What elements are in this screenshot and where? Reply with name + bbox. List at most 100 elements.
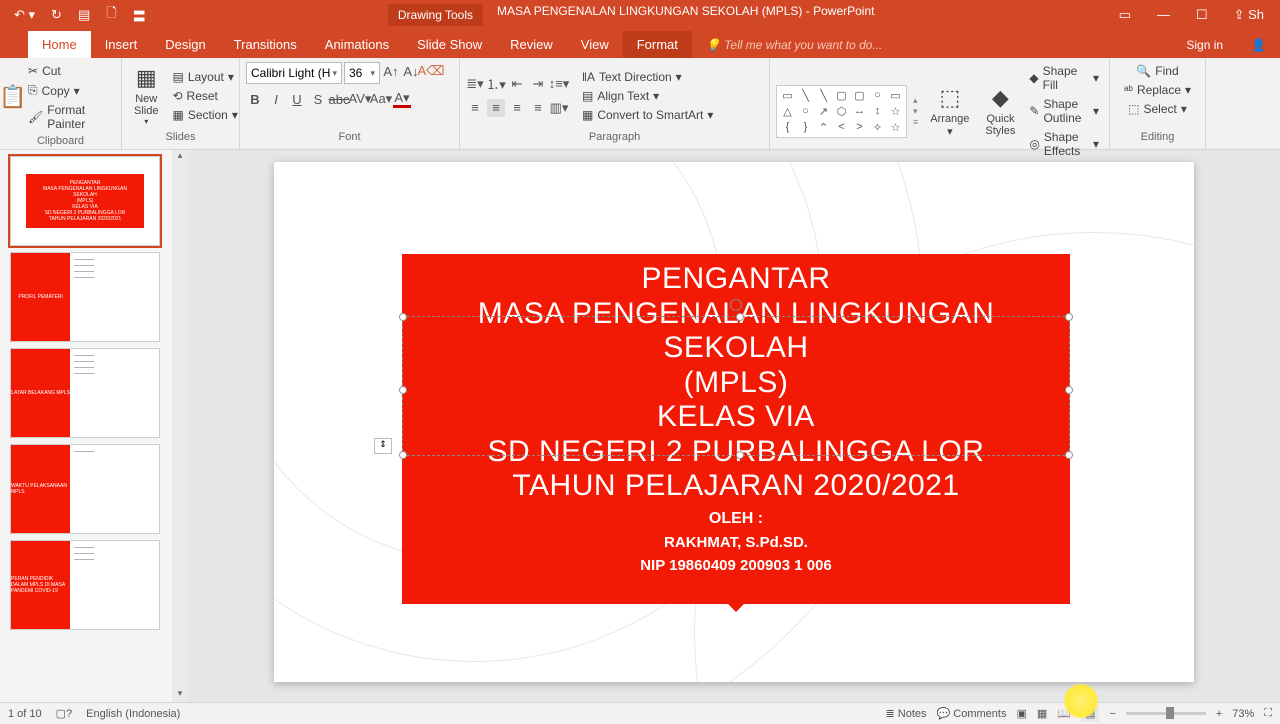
fit-window-icon[interactable]: ⛶ <box>1264 707 1272 720</box>
slideshow-view-icon[interactable]: ▤ <box>1081 705 1099 722</box>
tell-me-input[interactable]: 💡 Tell me what you want to do... <box>692 32 1172 58</box>
document-title: MASA PENGENALAN LINGKUNGAN SEKOLAH (MPLS… <box>497 4 874 26</box>
tab-slideshow[interactable]: Slide Show <box>403 31 496 58</box>
char-spacing-icon[interactable]: AV▾ <box>351 90 369 108</box>
slide-thumbnail-1[interactable]: PENGANTARMASA PENGENALAN LINGKUNGAN SEKO… <box>10 156 160 246</box>
comments-toggle[interactable]: 💬 Comments <box>937 707 1007 720</box>
arrange-button[interactable]: ⬚Arrange▾ <box>924 83 975 140</box>
zoom-in-icon[interactable]: + <box>1216 708 1222 720</box>
shapes-gallery[interactable]: ▭╲╲▢▢○▭ △○↗⬡↔↕☆ {}⌃<>✧☆ <box>776 85 907 138</box>
italic-icon[interactable]: I <box>267 90 285 108</box>
font-color-icon[interactable]: A▾ <box>393 90 411 108</box>
resize-handle-ne[interactable] <box>1065 313 1073 321</box>
find-button[interactable]: 🔍 Find <box>1132 62 1182 80</box>
section-button[interactable]: ▦ Section ▾ <box>168 106 241 124</box>
resize-handle-sw[interactable] <box>399 451 407 459</box>
slide-sorter-view-icon[interactable]: ▦ <box>1037 707 1047 720</box>
tab-view[interactable]: View <box>567 31 623 58</box>
undo-icon[interactable]: ↶ ▾ <box>14 7 35 23</box>
spellcheck-icon[interactable]: ▢? <box>56 707 73 720</box>
reset-button[interactable]: ⟲ Reset <box>168 87 241 105</box>
rotation-handle[interactable] <box>730 299 742 311</box>
resize-handle-se[interactable] <box>1065 451 1073 459</box>
resize-handle-s[interactable] <box>736 451 744 459</box>
paste-button-edge[interactable]: 📋 <box>6 82 20 114</box>
strike-icon[interactable]: abc <box>330 90 348 108</box>
shapes-more-icon[interactable]: ▴▾≡ <box>911 95 920 127</box>
quick-styles-button[interactable]: ◆Quick Styles <box>979 83 1021 139</box>
account-icon[interactable]: 👤 <box>1237 32 1280 58</box>
align-center-icon[interactable]: ≡ <box>487 99 505 117</box>
convert-smartart-button[interactable]: ▦ Convert to SmartArt ▾ <box>578 106 717 124</box>
shape-fill-button[interactable]: ◆ Shape Fill ▾ <box>1025 62 1103 94</box>
slide-thumbnail-5[interactable]: PERAN PENDIDIK DALAM MPLS DI MASA PANDEM… <box>10 540 160 630</box>
start-from-beginning-icon[interactable]: ▤ <box>78 7 90 23</box>
shadow-icon[interactable]: S <box>309 90 327 108</box>
tab-animations[interactable]: Animations <box>311 31 403 58</box>
notes-toggle[interactable]: ≣ Notes <box>885 707 926 720</box>
zoom-out-icon[interactable]: − <box>1109 708 1115 720</box>
normal-view-icon[interactable]: ▣ <box>1016 707 1026 720</box>
align-right-icon[interactable]: ≡ <box>508 99 526 117</box>
slide-canvas[interactable]: PENGANTAR MASA PENGENALAN LINGKUNGAN SEK… <box>274 162 1194 682</box>
file-tab-edge[interactable] <box>0 46 28 58</box>
author-nip: NIP 19860409 200903 1 006 <box>412 557 1060 574</box>
zoom-percent[interactable]: 73% <box>1232 708 1254 720</box>
numbering-icon[interactable]: ⒈▾ <box>487 75 505 93</box>
tab-insert[interactable]: Insert <box>91 31 152 58</box>
slide-thumbnail-3[interactable]: LATAR BELAKANG MPLS———————————————— <box>10 348 160 438</box>
zoom-slider[interactable] <box>1126 712 1206 715</box>
font-size-combo[interactable]: 36▾ <box>344 62 380 84</box>
copy-button[interactable]: ⎘ Copy ▾ <box>24 81 115 100</box>
clear-formatting-icon[interactable]: A⌫ <box>422 62 440 80</box>
text-direction-button[interactable]: ‖A Text Direction ▾ <box>578 68 717 86</box>
select-button[interactable]: ⬚ Select ▾ <box>1124 100 1191 118</box>
bold-icon[interactable]: B <box>246 90 264 108</box>
tab-transitions[interactable]: Transitions <box>220 31 311 58</box>
resize-handle-w[interactable] <box>399 386 407 394</box>
increase-indent-icon[interactable]: ⇥ <box>529 75 547 93</box>
autofit-options-icon[interactable]: ⇕ <box>374 438 392 454</box>
format-painter-button[interactable]: 🖌 Format Painter <box>24 101 115 133</box>
ribbon-display-icon[interactable]: ▭ <box>1119 7 1131 23</box>
resize-handle-nw[interactable] <box>399 313 407 321</box>
share-icon[interactable]: ⇪ Sh <box>1234 7 1264 23</box>
bullets-icon[interactable]: ≣▾ <box>466 75 484 93</box>
shape-outline-button[interactable]: ✎ Shape Outline ▾ <box>1025 95 1103 127</box>
decrease-indent-icon[interactable]: ⇤ <box>508 75 526 93</box>
slide-editor-area[interactable]: PENGANTAR MASA PENGENALAN LINGKUNGAN SEK… <box>188 150 1280 702</box>
resize-handle-e[interactable] <box>1065 386 1073 394</box>
tab-design[interactable]: Design <box>151 31 219 58</box>
minimize-icon[interactable]: — <box>1157 7 1170 23</box>
maximize-icon[interactable]: ☐ <box>1196 7 1208 23</box>
resize-handle-n[interactable] <box>736 313 744 321</box>
justify-icon[interactable]: ≡ <box>529 99 547 117</box>
slide-thumbnails-panel[interactable]: PENGANTARMASA PENGENALAN LINGKUNGAN SEKO… <box>0 150 188 702</box>
tab-home[interactable]: Home <box>28 31 91 58</box>
new-file-icon[interactable]: 🗋 <box>106 4 116 26</box>
redo-icon[interactable]: ↻ <box>51 7 62 23</box>
textbox-selection[interactable] <box>402 316 1070 456</box>
align-text-button[interactable]: ▤ Align Text ▾ <box>578 87 717 105</box>
slide-counter[interactable]: 1 of 10 <box>8 708 42 720</box>
replace-button[interactable]: ᵃᵇ Replace ▾ <box>1120 81 1195 99</box>
align-left-icon[interactable]: ≡ <box>466 99 484 117</box>
tab-format[interactable]: Format <box>623 31 692 58</box>
new-slide-button[interactable]: ▦New Slide▾ <box>128 63 164 128</box>
reading-view-icon[interactable]: 📖 <box>1057 707 1071 720</box>
change-case-icon[interactable]: Aa▾ <box>372 90 390 108</box>
signin-button[interactable]: Sign in <box>1172 32 1237 58</box>
qat-customize-icon[interactable]: 〓 <box>133 6 146 25</box>
language-label[interactable]: English (Indonesia) <box>86 708 180 720</box>
font-name-combo[interactable]: Calibri Light (H▾ <box>246 62 342 84</box>
columns-icon[interactable]: ▥▾ <box>550 99 568 117</box>
layout-button[interactable]: ▤ Layout ▾ <box>168 68 241 86</box>
slide-thumbnail-4[interactable]: WAKTU PELAKSANAAN MPLS———— <box>10 444 160 534</box>
slide-thumbnail-2[interactable]: PROFIL PEMATERI———————————————— <box>10 252 160 342</box>
increase-font-icon[interactable]: A↑ <box>382 62 400 80</box>
thumbnail-scrollbar[interactable]: ▴▾ <box>172 150 188 702</box>
tab-review[interactable]: Review <box>496 31 567 58</box>
underline-icon[interactable]: U <box>288 90 306 108</box>
line-spacing-icon[interactable]: ↕≡▾ <box>550 75 568 93</box>
cut-button[interactable]: ✂ Cut <box>24 62 115 80</box>
